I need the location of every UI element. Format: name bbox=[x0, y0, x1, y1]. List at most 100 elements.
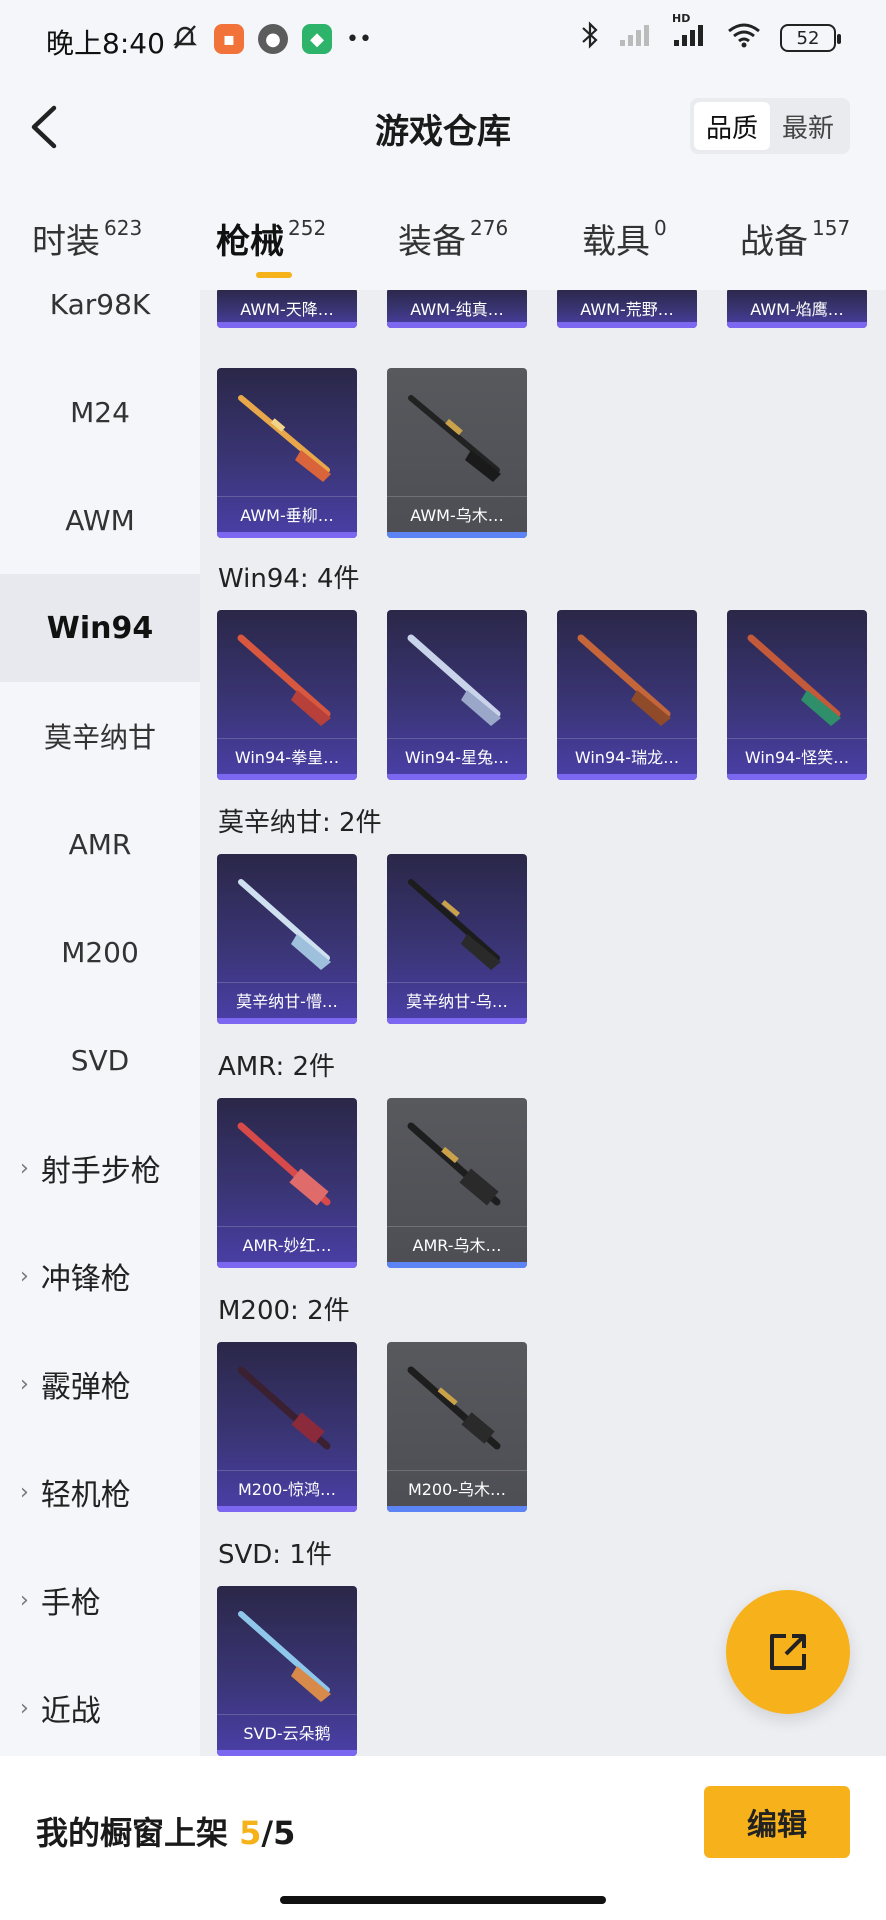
group-label: 射手步枪 bbox=[40, 1154, 161, 1189]
sort-quality-button[interactable]: 品质 bbox=[694, 102, 770, 150]
weapon-card[interactable]: AWM-天降… bbox=[217, 290, 357, 328]
weapon-card[interactable]: Win94-怪笑… bbox=[727, 610, 867, 780]
rifle-icon bbox=[237, 1122, 331, 1206]
signal-hd-icon: HD bbox=[672, 12, 708, 54]
card-label: M200-乌木… bbox=[387, 1470, 527, 1504]
weapon-card[interactable]: AWM-荒野… bbox=[557, 290, 697, 328]
tab-fashion[interactable]: 时装 623 bbox=[32, 214, 142, 263]
weapon-card[interactable]: AWM-乌木… bbox=[387, 368, 527, 538]
sidebar-group-lmg[interactable]: › 轻机枪 bbox=[0, 1438, 200, 1546]
weapon-card[interactable]: Win94-拳皇… bbox=[217, 610, 357, 780]
edit-button[interactable]: 编辑 bbox=[704, 1786, 850, 1858]
tab-label: 装备 bbox=[398, 222, 466, 262]
status-time: 晚上8:40 bbox=[46, 27, 165, 60]
active-tab-indicator bbox=[256, 272, 292, 278]
tab-label: 载具 bbox=[582, 222, 650, 262]
weapon-card[interactable]: AMR-妙红… bbox=[217, 1098, 357, 1268]
card-label: AWM-荒野… bbox=[580, 300, 674, 319]
section-title-amr: AMR: 2件 bbox=[218, 1052, 336, 1082]
tab-equipment[interactable]: 装备 276 bbox=[398, 214, 508, 263]
weapon-grid: AWM-天降… AWM-纯真… AWM-荒野… AWM-焰鹰… AWM-垂柳… … bbox=[200, 290, 886, 1756]
rarity-bar bbox=[557, 774, 697, 780]
rarity-bar bbox=[217, 774, 357, 780]
weapon-card[interactable]: 莫辛纳甘-懵… bbox=[217, 854, 357, 1024]
weapon-card[interactable]: M200-惊鸿… bbox=[217, 1342, 357, 1512]
rarity-bar bbox=[217, 1262, 357, 1268]
external-link-icon bbox=[770, 1634, 806, 1670]
showcase-status: 我的橱窗上架 5/5 bbox=[36, 1808, 295, 1854]
tab-count: 276 bbox=[470, 216, 509, 240]
sidebar-item-amr[interactable]: AMR bbox=[0, 790, 200, 898]
card-label: 莫辛纳甘-乌… bbox=[387, 982, 527, 1016]
tab-guns[interactable]: 枪械 252 bbox=[216, 214, 326, 263]
sidebar-item-awm[interactable]: AWM bbox=[0, 466, 200, 574]
rarity-bar bbox=[217, 1018, 357, 1024]
chevron-right-icon: › bbox=[20, 1155, 29, 1181]
card-label: AWM-天降… bbox=[240, 300, 334, 319]
rarity-bar bbox=[727, 322, 867, 328]
sidebar-item-svd[interactable]: SVD bbox=[0, 1006, 200, 1114]
rifle-icon bbox=[577, 634, 671, 726]
more-dots-icon: •• bbox=[346, 26, 372, 52]
app-store-icon: ▪ bbox=[214, 24, 244, 54]
sidebar-group-dmr[interactable]: › 射手步枪 bbox=[0, 1114, 200, 1222]
shield-app-icon: ◆ bbox=[302, 24, 332, 54]
tab-vehicles[interactable]: 载具 0 bbox=[582, 214, 667, 263]
weapon-card[interactable]: SVD-云朵鹅 bbox=[217, 1586, 357, 1756]
bluetooth-icon bbox=[580, 20, 600, 56]
sidebar-group-pistol[interactable]: › 手枪 bbox=[0, 1546, 200, 1654]
weapon-card[interactable]: AWM-焰鹰… bbox=[727, 290, 867, 328]
sidebar-group-smg[interactable]: › 冲锋枪 bbox=[0, 1222, 200, 1330]
sidebar-item-kar98k[interactable]: Kar98K bbox=[0, 290, 200, 358]
rifle-icon bbox=[238, 395, 331, 482]
tab-count: 623 bbox=[104, 216, 143, 240]
chevron-right-icon: › bbox=[20, 1479, 29, 1505]
section-title-mosin: 莫辛纳甘: 2件 bbox=[218, 808, 382, 838]
weapon-card[interactable]: Win94-星兔… bbox=[387, 610, 527, 780]
battery-icon: 52 bbox=[780, 24, 841, 52]
rarity-bar bbox=[387, 532, 527, 538]
rifle-icon bbox=[407, 634, 501, 726]
sort-toggle: 品质 最新 bbox=[690, 98, 850, 154]
card-label: AMR-妙红… bbox=[217, 1226, 357, 1260]
sidebar-item-mosin[interactable]: 莫辛纳甘 bbox=[0, 682, 200, 790]
network-badge: HD bbox=[672, 12, 691, 25]
share-fab-button[interactable] bbox=[726, 1590, 850, 1714]
group-label: 霰弹枪 bbox=[40, 1370, 131, 1405]
sort-latest-button[interactable]: 最新 bbox=[770, 102, 846, 150]
tab-label: 时装 bbox=[32, 222, 100, 262]
card-label: AWM-纯真… bbox=[410, 300, 504, 319]
rifle-icon bbox=[238, 1611, 331, 1702]
rifle-icon bbox=[238, 879, 331, 970]
sidebar-item-m200[interactable]: M200 bbox=[0, 898, 200, 1006]
rarity-bar bbox=[217, 322, 357, 328]
weapon-card[interactable]: Win94-瑞龙… bbox=[557, 610, 697, 780]
weapon-card[interactable]: 莫辛纳甘-乌… bbox=[387, 854, 527, 1024]
tab-supplies[interactable]: 战备 157 bbox=[740, 214, 850, 263]
home-indicator[interactable] bbox=[280, 1896, 606, 1904]
sidebar-group-shotgun[interactable]: › 霰弹枪 bbox=[0, 1330, 200, 1438]
card-label: AWM-乌木… bbox=[387, 496, 527, 530]
chevron-right-icon: › bbox=[20, 1695, 29, 1721]
section-title-win94: Win94: 4件 bbox=[218, 564, 360, 594]
status-right-icons: HD 52 bbox=[580, 12, 841, 56]
tab-count: 157 bbox=[812, 216, 851, 240]
sidebar-item-win94[interactable]: Win94 bbox=[0, 574, 200, 682]
sidebar-group-melee[interactable]: › 近战 bbox=[0, 1654, 200, 1756]
rifle-icon bbox=[407, 1122, 501, 1206]
rifle-icon bbox=[408, 395, 501, 482]
tab-label: 枪械 bbox=[216, 222, 284, 262]
card-label: M200-惊鸿… bbox=[217, 1470, 357, 1504]
rifle-icon bbox=[408, 879, 501, 970]
weapon-card[interactable]: AMR-乌木… bbox=[387, 1098, 527, 1268]
weapon-card[interactable]: M200-乌木… bbox=[387, 1342, 527, 1512]
rarity-bar bbox=[387, 322, 527, 328]
showcase-count-total: /5 bbox=[261, 1814, 296, 1852]
weapon-card[interactable]: AWM-垂柳… bbox=[217, 368, 357, 538]
chevron-right-icon: › bbox=[20, 1263, 29, 1289]
status-left-icons: ▪ ● ◆ •• bbox=[170, 22, 372, 56]
rarity-bar bbox=[387, 1506, 527, 1512]
card-label: Win94-拳皇… bbox=[217, 738, 357, 772]
sidebar-item-m24[interactable]: M24 bbox=[0, 358, 200, 466]
weapon-card[interactable]: AWM-纯真… bbox=[387, 290, 527, 328]
